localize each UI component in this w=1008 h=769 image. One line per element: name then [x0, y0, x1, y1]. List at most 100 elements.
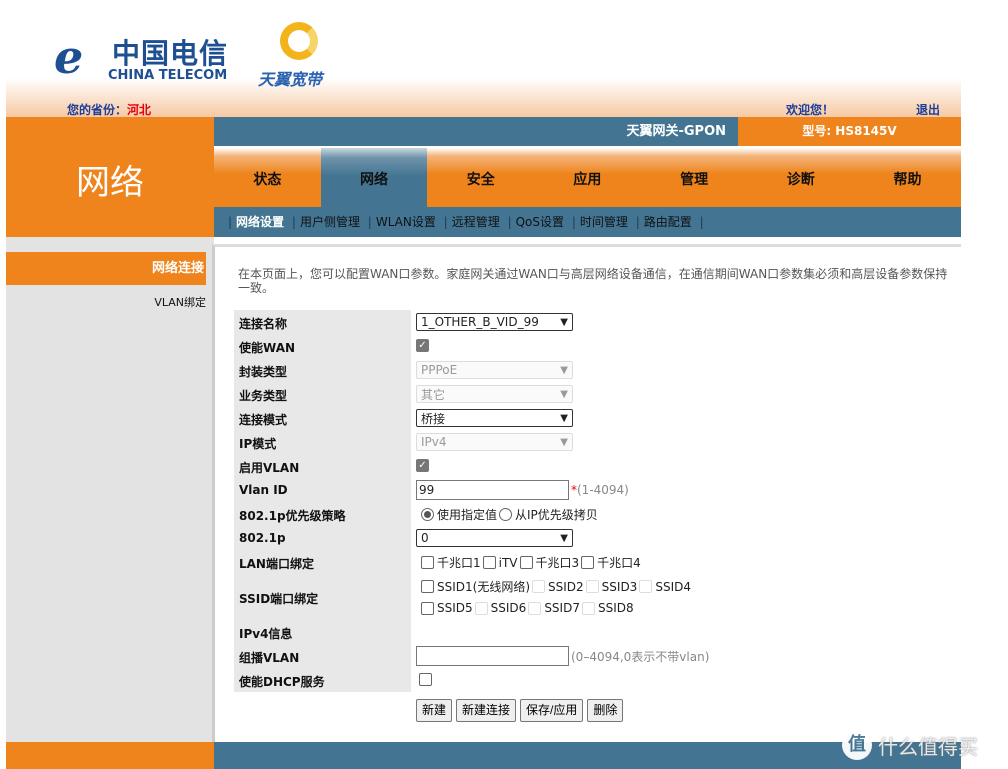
ssid3-checkbox[interactable] — [585, 580, 599, 593]
label-encap: 封装类型 — [239, 365, 288, 379]
ip-mode-select[interactable]: IPv4 ▼ — [416, 433, 573, 451]
lan1-label: 千兆口1 — [437, 556, 481, 570]
new-connection-button[interactable]: 新建连接 — [456, 699, 517, 722]
chevron-down-icon: ▼ — [560, 388, 568, 400]
tab-diagnostics[interactable]: 诊断 — [747, 148, 855, 207]
lan3-checkbox[interactable] — [519, 556, 533, 569]
province: 您的省份：河北 — [67, 101, 151, 118]
logout-link[interactable]: 退出 — [916, 101, 940, 118]
label-8021p: 802.1p — [239, 531, 286, 545]
save-apply-button[interactable]: 保存/应用 — [520, 699, 584, 722]
conn-name-select[interactable]: 1_OTHER_B_VID_99 ▼ — [416, 313, 573, 331]
chevron-down-icon: ▼ — [560, 532, 568, 544]
enable-wan-checkbox[interactable]: ✓ — [416, 339, 429, 352]
swirl-icon — [280, 22, 318, 60]
prio-copy-label: 从IP优先级拷贝 — [515, 508, 598, 522]
footer-left — [6, 742, 214, 769]
encap-select[interactable]: PPPoE ▼ — [416, 361, 573, 379]
smzdm-logo-icon: 值 — [842, 730, 872, 760]
lan4-label: 千兆口4 — [597, 556, 641, 570]
label-lan-bind: LAN端口绑定 — [239, 557, 314, 571]
itv-label: iTV — [498, 555, 518, 570]
ssid1-checkbox[interactable] — [421, 580, 434, 593]
ssid8-label: SSID8 — [597, 601, 634, 615]
new-button[interactable]: 新建 — [416, 699, 453, 722]
vlan-id-input[interactable]: 99 — [416, 480, 569, 500]
tab-status[interactable]: 状态 — [214, 148, 321, 207]
mcast-vlan-hint: (0–4094,0表示不带vlan) — [571, 649, 710, 664]
submenu-wlan[interactable]: WLAN设置 — [376, 215, 436, 229]
sidebar-item-network-connection[interactable]: 网络连接 — [6, 252, 206, 285]
welcome-text: 欢迎您！ — [786, 103, 835, 117]
label-service: 业务类型 — [239, 389, 288, 403]
province-value: 河北 — [127, 103, 152, 117]
model-label: 型号: HS8145V — [738, 117, 961, 146]
submenu-network-settings[interactable]: 网络设置 — [236, 215, 284, 229]
vlan-id-hint: (1-4094) — [577, 483, 629, 497]
submenu-remote[interactable]: 远程管理 — [452, 215, 500, 229]
tab-network[interactable]: 网络 — [320, 148, 428, 207]
china-telecom-logo: e 中国电信 CHINA TELECOM — [54, 30, 229, 85]
chevron-down-icon: ▼ — [560, 364, 568, 376]
submenu-qos[interactable]: QoS设置 — [516, 215, 564, 229]
dhcp-checkbox[interactable] — [419, 673, 432, 686]
label-enable-vlan: 启用VLAN — [239, 461, 300, 475]
lan1-checkbox[interactable] — [421, 556, 434, 569]
service-value: 其它 — [421, 387, 446, 402]
prio-specified-radio[interactable] — [421, 508, 434, 521]
delete-button[interactable]: 删除 — [587, 699, 624, 722]
8021p-value: 0 — [421, 531, 429, 545]
mode-value: 桥接 — [421, 411, 446, 426]
gateway-name: 天翼网关-GPON — [626, 124, 726, 139]
8021p-select[interactable]: 0 ▼ — [416, 529, 573, 547]
submenu-user-side[interactable]: 用户侧管理 — [300, 215, 360, 229]
lan4-checkbox[interactable] — [581, 556, 595, 569]
ssid1-label: SSID1(无线网络) — [437, 580, 531, 594]
ssid5-checkbox[interactable] — [421, 601, 434, 615]
prio-specified-label: 使用指定值 — [437, 508, 498, 522]
watermark: 值什么值得买 — [842, 730, 978, 760]
brand-en-text: CHINA TELECOM — [108, 68, 228, 83]
submenu: | 网络设置 | 用户侧管理 | WLAN设置 | 远程管理 | QoS设置 | 时间管理 … — [214, 207, 961, 237]
submenu-time[interactable]: 时间管理 — [580, 215, 628, 229]
label-ip-mode: IP模式 — [239, 437, 277, 451]
enable-vlan-checkbox[interactable]: ✓ — [416, 459, 429, 472]
tab-help[interactable]: 帮助 — [854, 148, 961, 207]
action-buttons: 新建 新建连接 保存/应用 删除 — [416, 699, 624, 722]
submenu-routing[interactable]: 路由配置 — [644, 215, 692, 229]
mode-select[interactable]: 桥接 ▼ — [416, 409, 573, 427]
ssid6-checkbox[interactable] — [474, 601, 488, 615]
ssid3-label: SSID3 — [601, 579, 638, 594]
tab-management[interactable]: 管理 — [640, 148, 748, 207]
ip-mode-value: IPv4 — [421, 435, 447, 449]
label-vlan-id: Vlan ID — [239, 483, 288, 497]
label-conn-name: 连接名称 — [239, 317, 288, 331]
mcast-vlan-input[interactable] — [416, 646, 569, 666]
ssid2-label: SSID2 — [548, 579, 584, 594]
lan3-label: 千兆口3 — [535, 556, 580, 570]
sidebar-item-vlan-binding[interactable]: VLAN绑定 — [6, 294, 206, 310]
ssid4-checkbox[interactable] — [639, 580, 653, 593]
ssid8-checkbox[interactable] — [581, 601, 595, 615]
province-label: 您的省份： — [67, 103, 128, 117]
tab-application[interactable]: 应用 — [534, 148, 641, 207]
sub-brand-text: 天翼宽带 — [258, 70, 323, 89]
label-mcast-vlan: 组播VLAN — [239, 651, 300, 665]
ssid6-label: SSID6 — [490, 601, 527, 615]
itv-checkbox[interactable] — [482, 556, 496, 569]
prio-copy-radio[interactable] — [499, 508, 513, 521]
chevron-down-icon: ▼ — [560, 316, 568, 328]
chevron-down-icon: ▼ — [560, 412, 568, 424]
service-select[interactable]: 其它 ▼ — [416, 385, 573, 403]
label-ssid-bind: SSID端口绑定 — [239, 592, 319, 606]
telecom-e-icon: e — [54, 30, 84, 84]
ssid5-label: SSID5 — [437, 601, 473, 615]
brand-text: 中国电信 — [112, 37, 229, 70]
ssid2-checkbox[interactable] — [532, 580, 546, 593]
label-prio-policy: 802.1p优先级策略 — [239, 509, 346, 523]
conn-name-value: 1_OTHER_B_VID_99 — [421, 315, 539, 329]
chevron-down-icon: ▼ — [560, 436, 568, 448]
tab-security[interactable]: 安全 — [427, 148, 535, 207]
encap-value: PPPoE — [421, 363, 458, 377]
ssid7-checkbox[interactable] — [528, 601, 542, 615]
